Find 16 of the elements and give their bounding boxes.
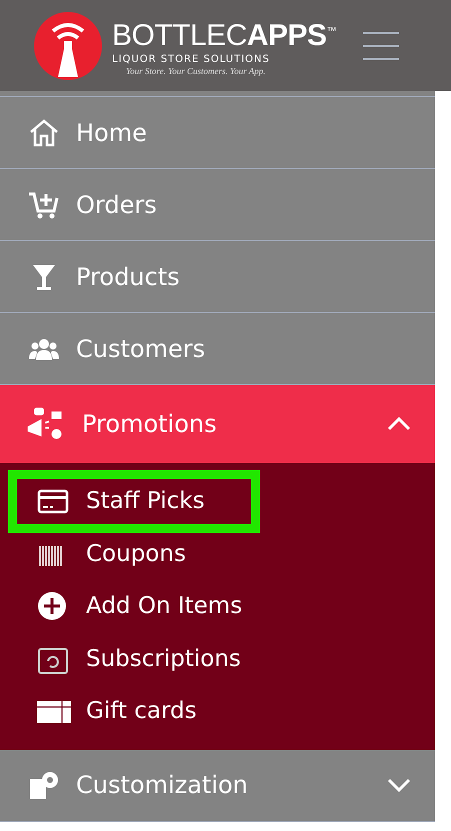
nav-item[interactable]: Products: [0, 241, 435, 313]
submenu-item[interactable]: Coupons: [0, 528, 435, 580]
submenu-item[interactable]: Add On Items: [0, 580, 435, 632]
bottle-logo-icon: [33, 10, 103, 80]
nav-item[interactable]: Promotions: [0, 385, 435, 463]
submenu-item[interactable]: Subscriptions: [0, 632, 435, 685]
brand-wordmark: BOTTLECAPPS$^{™}$: [112, 18, 336, 52]
submenu-item[interactable]: Staff Picks: [13, 475, 255, 528]
home-icon: [28, 116, 60, 148]
brand-tagline: Your Store. Your Customers. Your App.: [126, 66, 267, 76]
menu-button[interactable]: [363, 32, 399, 60]
brand-subtitle: LIQUOR STORE SOLUTIONS: [112, 54, 271, 64]
nav-item[interactable]: Customization: [0, 750, 435, 822]
nav-item[interactable]: Orders: [0, 169, 435, 241]
submenu-item[interactable]: Gift cards: [0, 685, 435, 738]
nav-item[interactable]: Home: [0, 97, 435, 169]
